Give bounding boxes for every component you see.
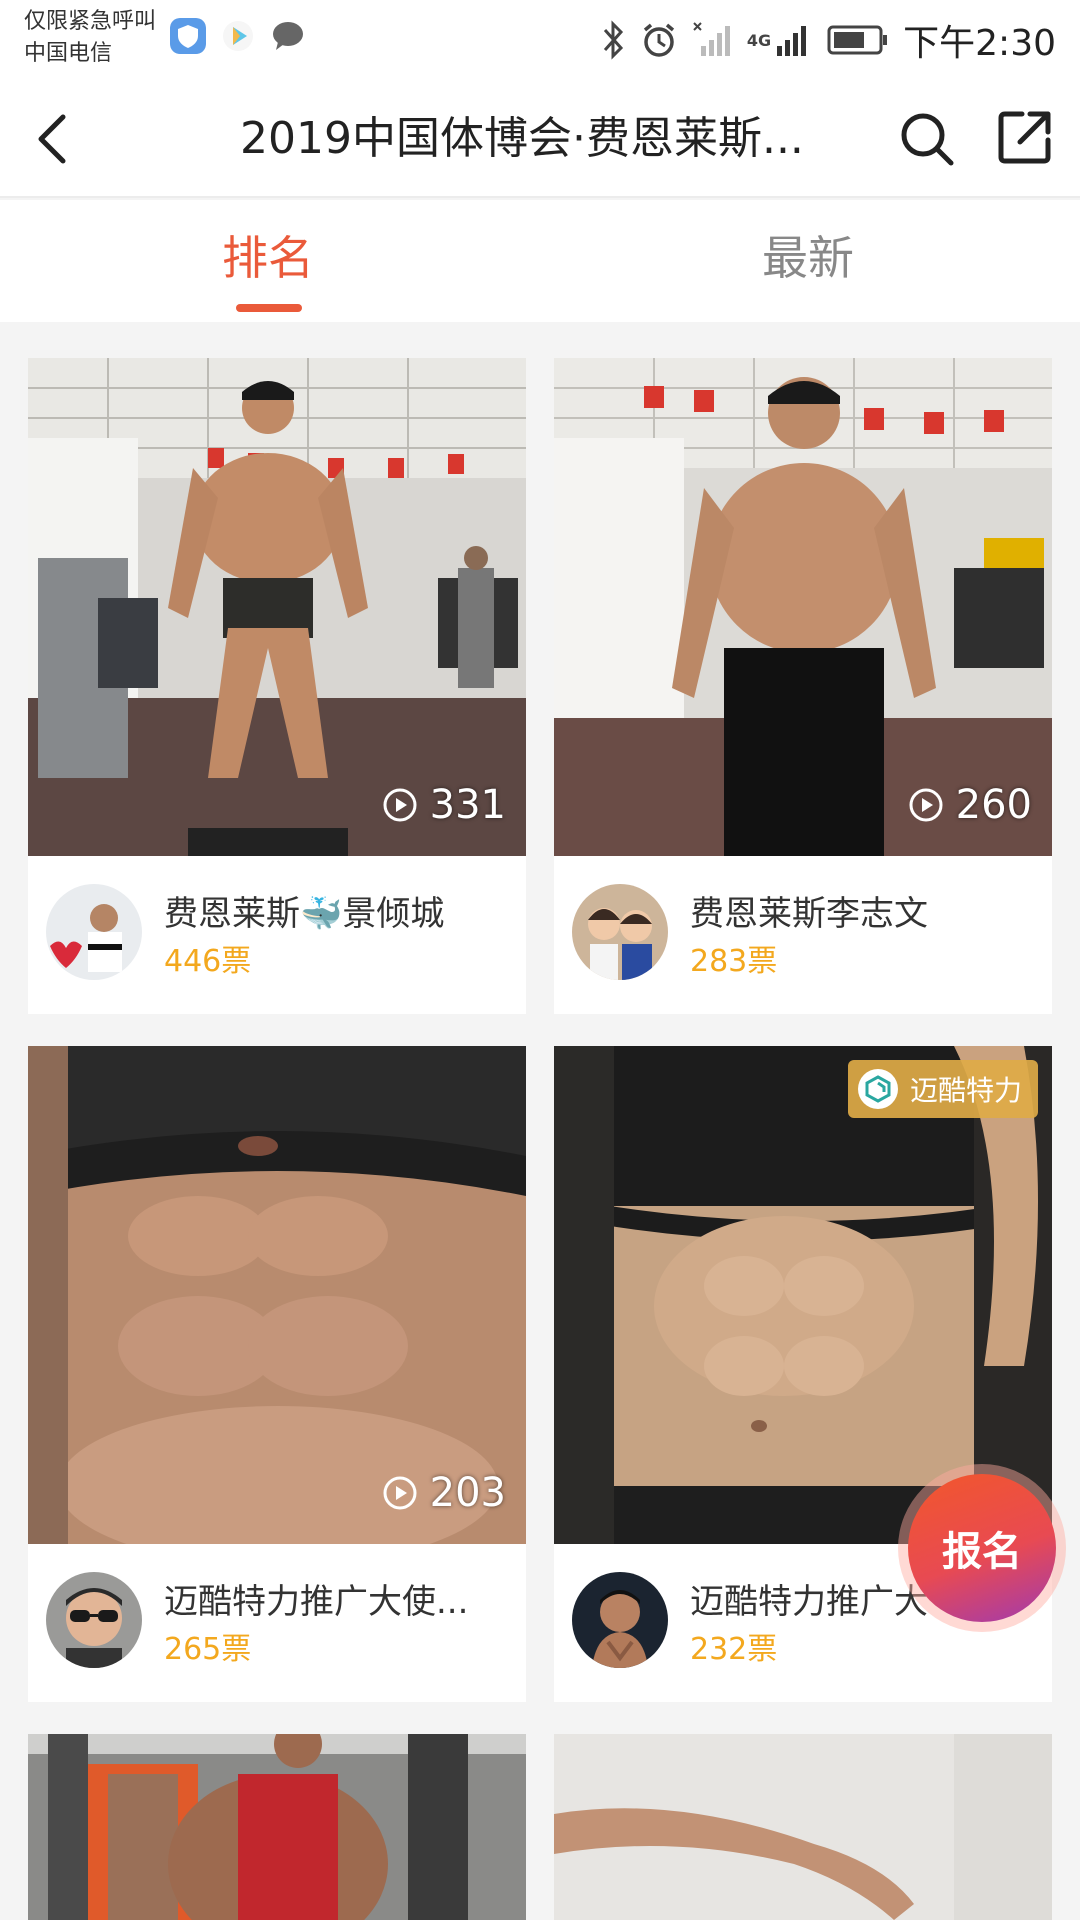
entry-video-thumbnail[interactable] bbox=[28, 1734, 526, 1920]
sponsor-badge: 迈酷特力 bbox=[847, 1060, 1038, 1118]
entry-card[interactable]: 260 费恩莱斯李志文 283票 bbox=[554, 358, 1052, 1014]
carrier-emergency-text: 仅限紧急呼叫 bbox=[24, 9, 157, 34]
carrier-info: 仅限紧急呼叫 中国电信 bbox=[24, 6, 156, 70]
clock: 下午2:30 bbox=[903, 23, 1056, 64]
entry-card[interactable] bbox=[28, 1734, 526, 1920]
tab-bar: 排名 最新 bbox=[0, 200, 1080, 322]
avatar[interactable] bbox=[46, 1572, 142, 1668]
shield-app-icon bbox=[170, 18, 206, 54]
tab-ranking[interactable]: 排名 bbox=[222, 228, 314, 288]
tab-latest[interactable]: 最新 bbox=[762, 228, 854, 288]
play-count: 203 bbox=[382, 1470, 506, 1516]
entry-info: 迈酷特力推广大使... 265票 bbox=[28, 1544, 526, 1702]
play-icon bbox=[909, 788, 943, 822]
entry-video-thumbnail[interactable] bbox=[554, 1734, 1052, 1920]
entry-info: 费恩莱斯🐳景倾城 446票 bbox=[28, 856, 526, 1014]
back-button[interactable] bbox=[18, 100, 88, 178]
entry-video-thumbnail[interactable]: 203 bbox=[28, 1046, 526, 1544]
play-count: 331 bbox=[382, 782, 506, 828]
alarm-icon bbox=[643, 23, 675, 57]
battery-icon bbox=[827, 25, 888, 55]
entry-video-thumbnail[interactable]: 331 bbox=[28, 358, 526, 856]
entry-card[interactable]: 203 迈酷特力推广大使... 265票 bbox=[28, 1046, 526, 1702]
video-app-icon bbox=[223, 21, 253, 51]
arm-photo bbox=[554, 1734, 1052, 1920]
play-count-value: 331 bbox=[429, 782, 506, 828]
entry-card[interactable] bbox=[554, 1734, 1052, 1920]
chevron-left-icon bbox=[38, 114, 66, 164]
sponsor-name: 迈酷特力 bbox=[909, 1074, 1022, 1107]
vote-count: 232票 bbox=[690, 1632, 778, 1667]
avatar[interactable] bbox=[46, 884, 142, 980]
play-icon bbox=[383, 1476, 417, 1510]
active-tab-indicator bbox=[236, 304, 302, 312]
title-bar: 2019中国体博会·费恩莱斯... bbox=[0, 80, 1080, 198]
vote-count: 446票 bbox=[164, 944, 252, 979]
sponsor-logo-icon bbox=[857, 1069, 898, 1109]
avatar[interactable] bbox=[572, 884, 668, 980]
signup-label: 报名 bbox=[942, 1529, 1022, 1575]
play-count-value: 203 bbox=[429, 1470, 506, 1516]
signup-button[interactable]: 报名 bbox=[908, 1474, 1056, 1622]
gym-photo-3 bbox=[28, 1734, 526, 1920]
status-bar: 仅限紧急呼叫 中国电信 4G 下午2:30 bbox=[0, 0, 1080, 80]
username: 费恩莱斯🐳景倾城 bbox=[164, 894, 445, 934]
signal-sim2-icon bbox=[777, 26, 807, 56]
share-icon bbox=[998, 111, 1051, 164]
signal-sim1-icon bbox=[693, 22, 730, 56]
page-title: 2019中国体博会·费恩莱斯... bbox=[240, 113, 804, 164]
entry-card[interactable]: 331 费恩莱斯🐳景倾城 446票 bbox=[28, 358, 526, 1014]
bluetooth-icon bbox=[603, 20, 623, 60]
username: 费恩莱斯李志文 bbox=[690, 894, 928, 934]
network-type-label: 4G bbox=[746, 30, 772, 50]
entry-video-thumbnail[interactable]: 260 bbox=[554, 358, 1052, 856]
search-icon bbox=[901, 113, 954, 166]
avatar[interactable] bbox=[572, 1572, 668, 1668]
play-icon bbox=[383, 788, 417, 822]
carrier-name: 中国电信 bbox=[24, 41, 113, 66]
system-status: 4G 下午2:30 bbox=[601, 14, 1056, 66]
signup-fab[interactable]: 报名 bbox=[898, 1464, 1066, 1632]
search-button[interactable] bbox=[892, 104, 962, 174]
play-count: 260 bbox=[908, 782, 1032, 828]
entry-info: 费恩莱斯李志文 283票 bbox=[554, 856, 1052, 1014]
vote-count: 265票 bbox=[164, 1632, 252, 1667]
play-count-value: 260 bbox=[955, 782, 1032, 828]
share-button[interactable] bbox=[990, 102, 1060, 172]
message-icon bbox=[273, 22, 303, 50]
vote-count: 283票 bbox=[690, 944, 778, 979]
notification-icons bbox=[170, 18, 306, 54]
username: 迈酷特力推广大使... bbox=[164, 1582, 469, 1622]
